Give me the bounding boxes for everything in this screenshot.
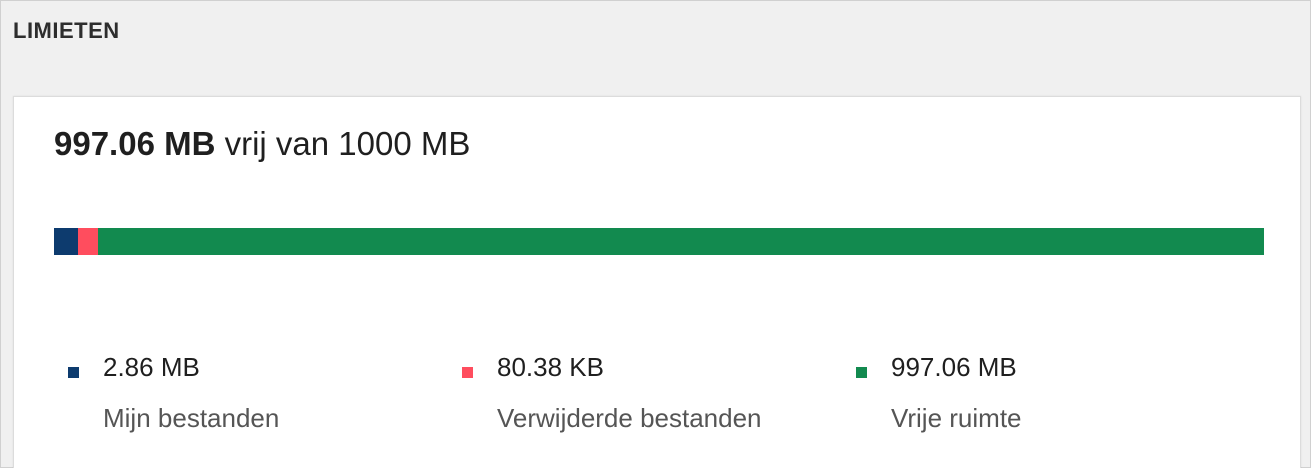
- panel-title: LIMIETEN: [13, 18, 120, 43]
- legend-label: Mijn bestanden: [103, 403, 280, 433]
- usage-segment-deleted: [77, 228, 99, 255]
- quota-summary: 997.06 MB vrij van 1000 MB: [54, 125, 470, 163]
- usage-legend: 2.86 MB Mijn bestanden 80.38 KB Verwijde…: [68, 352, 1168, 452]
- legend-label: Vrije ruimte: [891, 403, 1022, 433]
- free-suffix: vrij van 1000 MB: [224, 125, 471, 162]
- usage-segment-mine: [54, 228, 78, 255]
- legend-label: Verwijderde bestanden: [497, 403, 762, 433]
- square-icon: [68, 367, 79, 378]
- limits-panel: LIMIETEN 997.06 MB vrij van 1000 MB 2.86…: [0, 0, 1311, 468]
- free-amount: 997.06 MB: [54, 125, 216, 162]
- legend-size: 80.38 KB: [497, 352, 604, 382]
- square-icon: [462, 367, 473, 378]
- quota-card: 997.06 MB vrij van 1000 MB 2.86 MB Mijn …: [13, 96, 1301, 468]
- square-icon: [856, 367, 867, 378]
- usage-segment-free: [98, 228, 1264, 255]
- legend-size: 997.06 MB: [891, 352, 1017, 382]
- legend-size: 2.86 MB: [103, 352, 200, 382]
- usage-bar: [54, 228, 1264, 255]
